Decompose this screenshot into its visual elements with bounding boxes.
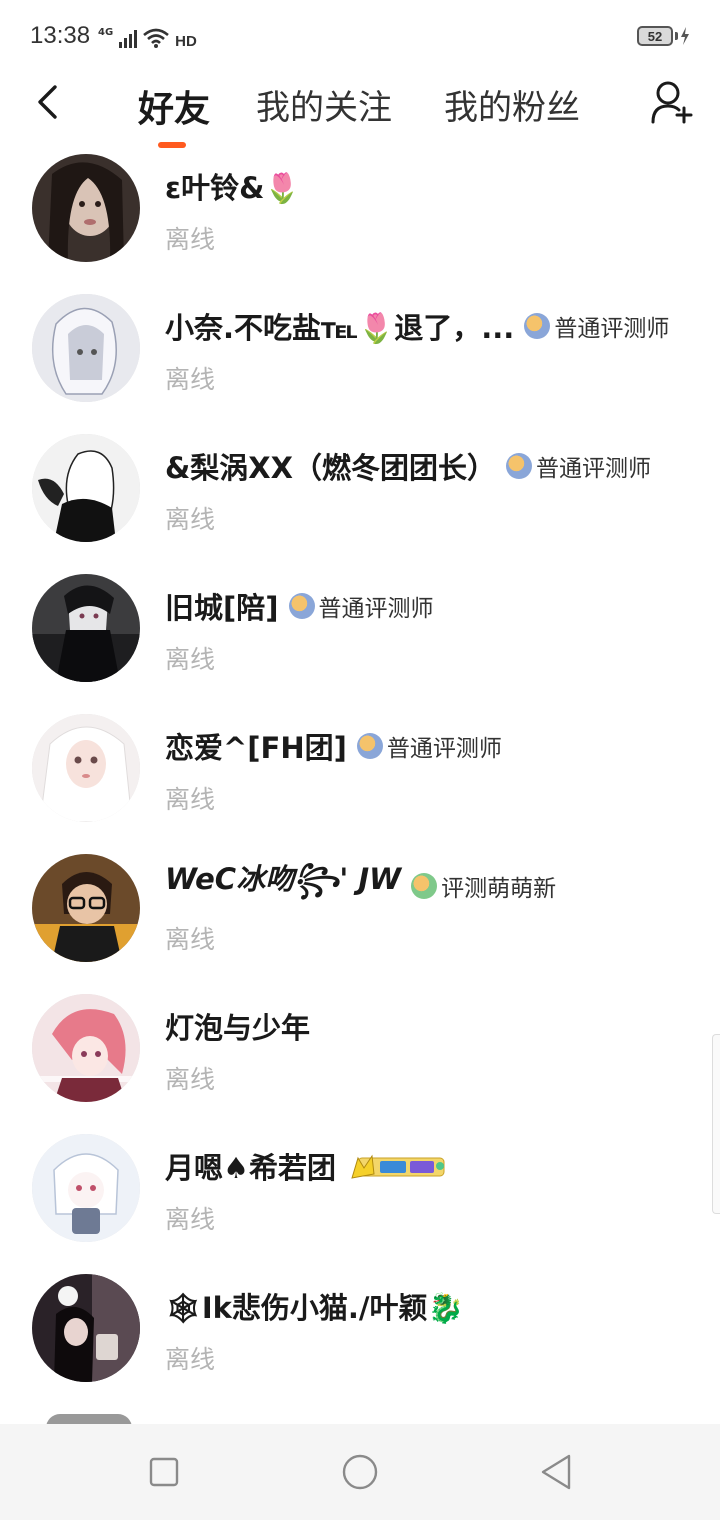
friend-item[interactable]: &梨涡XX（燃冬团团长） 普通评测师 离线 — [0, 428, 720, 568]
battery-level: 52 — [637, 26, 673, 46]
avatar[interactable] — [32, 574, 140, 682]
reviewer-badge-label: 普通评测师 — [536, 456, 652, 482]
online-status: 离线 — [165, 505, 216, 534]
online-status: 离线 — [165, 645, 216, 674]
avatar[interactable] — [32, 1134, 140, 1242]
name-row: &梨涡XX（燃冬团团长） 普通评测师 — [165, 444, 651, 488]
tab-following[interactable]: 我的关注 — [256, 80, 392, 129]
online-status: 离线 — [165, 365, 216, 394]
hd-icon: HD — [175, 33, 197, 50]
charging-icon — [681, 27, 689, 45]
friend-name: 🕸Ik悲伤小猫./叶颖🐉 — [165, 1291, 464, 1325]
reviewer-badge: 评测萌萌新 — [411, 869, 556, 903]
chevron-left-icon — [38, 85, 57, 119]
online-status: 离线 — [165, 785, 216, 814]
avatar[interactable] — [32, 294, 140, 402]
reviewer-badge-icon — [356, 733, 383, 759]
avatar[interactable] — [32, 714, 140, 822]
name-row: ε叶铃&🌷 — [165, 164, 301, 208]
online-status: 离线 — [165, 1065, 216, 1094]
name-row: 灯泡与少年 — [165, 1004, 310, 1048]
avatar[interactable] — [32, 854, 140, 962]
avatar[interactable] — [32, 994, 140, 1102]
friend-name: 小奈.不吃盐℡🌷退了，... — [165, 311, 515, 345]
tab-friends[interactable]: 好友 — [138, 80, 210, 132]
reviewer-badge-icon — [524, 313, 551, 339]
back-button[interactable] — [24, 78, 72, 126]
reviewer-badge: 普通评测师 — [524, 309, 669, 343]
name-row: 小奈.不吃盐℡🌷退了，... 普通评测师 — [165, 304, 669, 348]
name-row: 恋爱^[FH团] 普通评测师 — [165, 724, 502, 768]
friend-name: &梨涡XX（燃冬团团长） — [165, 451, 497, 485]
friend-name: 旧城[陪] — [165, 591, 279, 625]
online-status: 离线 — [165, 1345, 216, 1374]
battery-tip — [675, 32, 678, 40]
wifi-icon — [143, 28, 170, 48]
status-bar: 13:38 4G HD 52 — [0, 0, 720, 72]
reviewer-badge-icon — [288, 593, 315, 619]
avatar[interactable] — [32, 434, 140, 542]
friend-name: 灯泡与少年 — [165, 1011, 311, 1045]
avatar[interactable] — [32, 154, 140, 262]
friend-item[interactable]: 旧城[陪] 普通评测师 离线 — [0, 568, 720, 708]
reviewer-badge-label: 普通评测师 — [554, 316, 670, 342]
home-button[interactable] — [340, 1452, 380, 1492]
system-nav-bar — [0, 1424, 720, 1520]
add-friend-button[interactable] — [646, 76, 698, 128]
friend-item[interactable]: 🕸Ik悲伤小猫./叶颖🐉 离线 — [0, 1268, 720, 1408]
reviewer-badge-label: 普通评测师 — [386, 736, 502, 762]
friend-item[interactable]: 恋爱^[FH团] 普通评测师 离线 — [0, 708, 720, 848]
header: 好友 我的关注 我的粉丝 — [0, 72, 720, 152]
reviewer-badge-label: 评测萌萌新 — [441, 876, 557, 902]
network-type: 4G — [98, 27, 114, 38]
pikachu-badge-icon — [351, 1154, 445, 1179]
avatar[interactable] — [32, 1274, 140, 1382]
friend-item[interactable]: 灯泡与少年 离线 — [0, 988, 720, 1128]
online-status: 离线 — [165, 1205, 216, 1234]
reviewer-badge-icon — [411, 873, 438, 899]
friend-list: ε叶铃&🌷 离线 小奈.不吃盐℡🌷退了，... 普通评测师 离线 &梨涡XX（燃… — [0, 148, 720, 1424]
add-user-icon — [651, 81, 693, 124]
square-icon — [149, 1457, 179, 1487]
triangle-back-icon — [541, 1454, 571, 1490]
reviewer-badge-icon — [506, 453, 533, 479]
reviewer-badge: 普通评测师 — [288, 589, 434, 623]
reviewer-badge: 普通评测师 — [506, 449, 651, 483]
reviewer-badge: 普通评测师 — [356, 729, 502, 763]
friend-item[interactable]: 月嗯♠希若团 离线 — [0, 1128, 720, 1268]
friend-name: ε叶铃&🌷 — [165, 171, 301, 205]
status-time: 13:38 — [30, 22, 91, 49]
name-row: 🕸Ik悲伤小猫./叶颖🐉 — [165, 1284, 464, 1328]
friend-item[interactable]: 小奈.不吃盐℡🌷退了，... 普通评测师 离线 — [0, 288, 720, 428]
friend-name: 恋爱^[FH团] — [165, 731, 347, 765]
friend-item[interactable]: WeC冰吻꧂' JW 评测萌萌新 离线 — [0, 848, 720, 988]
reviewer-badge-label: 普通评测师 — [318, 596, 434, 622]
status-icons: 4G HD — [98, 24, 197, 51]
name-row: 旧城[陪] 普通评测师 — [165, 584, 434, 628]
battery-indicator: 52 — [637, 26, 690, 46]
recent-apps-button[interactable] — [144, 1452, 184, 1492]
online-status: 离线 — [165, 225, 216, 254]
circle-icon — [342, 1454, 378, 1490]
online-status: 离线 — [165, 925, 216, 954]
friend-name: WeC冰吻꧂' JW — [165, 862, 402, 896]
name-row: 月嗯♠希若团 — [165, 1144, 446, 1188]
scrollbar[interactable] — [712, 1034, 720, 1214]
friend-item[interactable]: ε叶铃&🌷 离线 — [0, 148, 720, 288]
friend-name: 月嗯♠希若团 — [165, 1151, 336, 1185]
tab-followers[interactable]: 我的粉丝 — [444, 80, 580, 129]
system-back-button[interactable] — [536, 1452, 576, 1492]
signal-icon — [119, 30, 138, 48]
name-row: WeC冰吻꧂' JW 评测萌萌新 — [165, 862, 556, 908]
